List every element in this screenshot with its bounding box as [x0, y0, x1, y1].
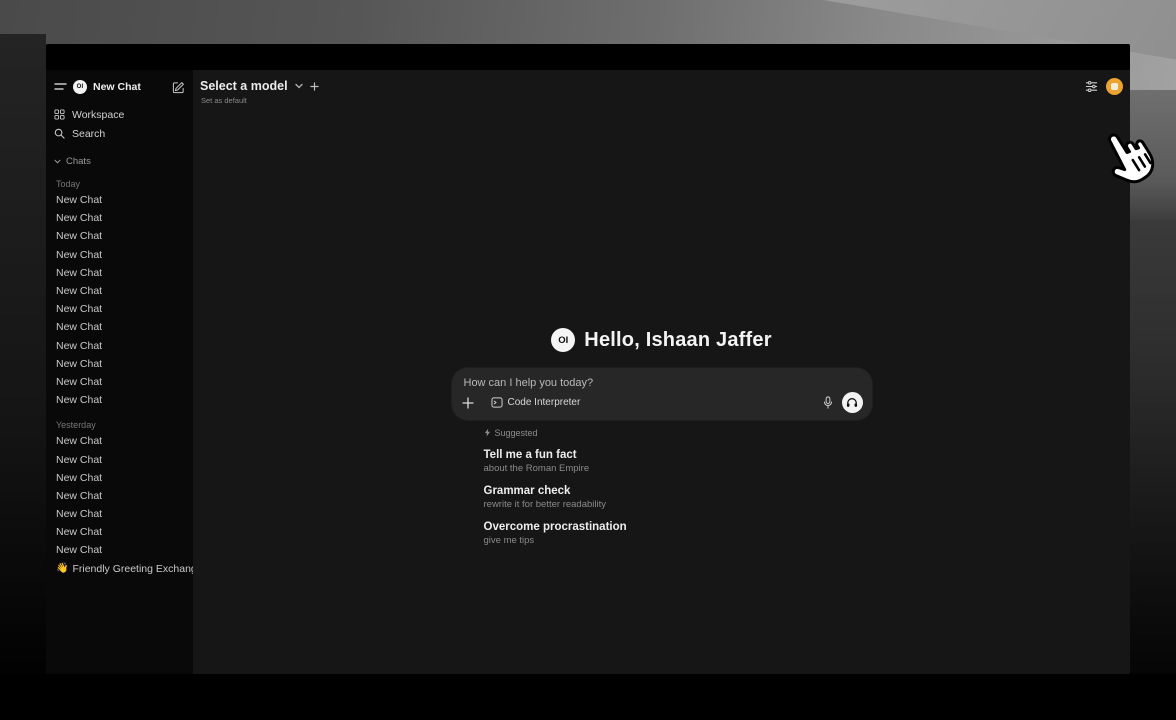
set-as-default-link[interactable]: Set as default	[201, 96, 247, 105]
model-selector[interactable]: Select a model	[200, 79, 288, 93]
search-label: Search	[72, 128, 105, 140]
screen: OI New Chat Workspace	[0, 0, 1176, 720]
desktop-background-left	[0, 34, 46, 694]
chat-list-item[interactable]: New Chat	[54, 337, 185, 355]
chat-list-item[interactable]: New Chat	[54, 450, 185, 468]
terminal-icon	[491, 397, 503, 408]
user-avatar[interactable]	[1106, 78, 1123, 95]
chat-list-item[interactable]: New Chat	[54, 432, 185, 450]
chat-group-label-today: Today	[54, 177, 185, 191]
chat-list-item[interactable]: New Chat	[54, 373, 185, 391]
grid-icon	[54, 109, 65, 120]
chats-header-label: Chats	[66, 156, 91, 167]
chat-title: Friendly Greeting Exchange	[72, 563, 193, 575]
bolt-icon	[484, 428, 491, 437]
chevron-down-icon	[54, 159, 61, 164]
message-input-placeholder: How can I help you today?	[464, 377, 594, 389]
suggestion-title: Tell me a fun fact	[484, 448, 872, 462]
attach-plus-icon[interactable]	[462, 397, 474, 409]
openwebui-logo: OI	[551, 328, 575, 352]
sliders-icon[interactable]	[1085, 80, 1098, 93]
sidebar-item-search[interactable]: Search	[54, 124, 185, 143]
desktop-background-bottom	[0, 674, 1176, 720]
suggestion-item[interactable]: Grammar check rewrite it for better read…	[484, 484, 872, 511]
chat-list-item[interactable]: New Chat	[54, 355, 185, 373]
suggestion-item[interactable]: Overcome procrastination give me tips	[484, 520, 872, 547]
chat-group-label-yesterday: Yesterday	[54, 418, 185, 432]
chat-list-item-friendly-greeting[interactable]: 👋 Friendly Greeting Exchange	[54, 560, 185, 578]
suggested-label: Suggested	[495, 428, 538, 438]
code-interpreter-toggle[interactable]: Code Interpreter	[491, 397, 581, 408]
headphones-icon	[846, 397, 858, 408]
suggestion-subtitle: rewrite it for better readability	[484, 499, 872, 511]
chat-list-item[interactable]: New Chat	[54, 487, 185, 505]
add-model-icon[interactable]	[310, 82, 319, 91]
chats-section-header[interactable]: Chats	[54, 154, 185, 168]
suggestion-list: Tell me a fun fact about the Roman Empir…	[484, 448, 872, 547]
suggestion-subtitle: about the Roman Empire	[484, 463, 872, 475]
suggestion-title: Grammar check	[484, 484, 872, 498]
chat-list-today: New ChatNew ChatNew ChatNew ChatNew Chat…	[54, 191, 185, 409]
chat-list-item[interactable]: New Chat	[54, 246, 185, 264]
workspace-label: Workspace	[72, 109, 124, 121]
chat-list-item[interactable]: New Chat	[54, 505, 185, 523]
suggestion-subtitle: give me tips	[484, 535, 872, 547]
chat-list-item[interactable]: New Chat	[54, 209, 185, 227]
suggestion-item[interactable]: Tell me a fun fact about the Roman Empir…	[484, 448, 872, 475]
chat-list-yesterday: New ChatNew ChatNew ChatNew ChatNew Chat…	[54, 432, 185, 559]
chat-list-item[interactable]: New Chat	[54, 264, 185, 282]
sidebar-title: New Chat	[93, 81, 166, 93]
sidebar-item-workspace[interactable]: Workspace	[54, 105, 185, 124]
desktop-background-right	[1130, 220, 1176, 720]
search-icon	[54, 128, 65, 139]
chat-list-item[interactable]: New Chat	[54, 300, 185, 318]
chat-list-item[interactable]: New Chat	[54, 469, 185, 487]
avatar-mark	[1111, 83, 1118, 90]
hamburger-icon[interactable]	[54, 82, 67, 92]
chat-list-item[interactable]: New Chat	[54, 191, 185, 209]
new-chat-icon[interactable]	[172, 81, 185, 94]
code-interpreter-label: Code Interpreter	[508, 397, 581, 408]
suggestion-title: Overcome procrastination	[484, 520, 872, 534]
chat-list-item[interactable]: New Chat	[54, 391, 185, 409]
app-logo: OI	[73, 80, 87, 94]
chevron-down-icon[interactable]	[295, 83, 303, 89]
chat-list-item[interactable]: New Chat	[54, 318, 185, 336]
chat-list-item[interactable]: New Chat	[54, 523, 185, 541]
message-input[interactable]: How can I help you today? Code Interpret…	[452, 368, 872, 420]
sidebar: OI New Chat Workspace	[46, 70, 193, 674]
voice-mode-button[interactable]	[842, 392, 863, 413]
chat-list-item[interactable]: New Chat	[54, 541, 185, 559]
chat-list-item[interactable]: New Chat	[54, 227, 185, 245]
chat-list-item[interactable]: New Chat	[54, 282, 185, 300]
wave-emoji: 👋	[56, 563, 68, 574]
main-content: Select a model Set as default	[193, 70, 1130, 674]
greeting-text: Hello, Ishaan Jaffer	[584, 329, 771, 352]
microphone-icon[interactable]	[823, 396, 833, 409]
app-window: OI New Chat Workspace	[46, 44, 1130, 674]
window-titlebar	[46, 44, 1130, 70]
